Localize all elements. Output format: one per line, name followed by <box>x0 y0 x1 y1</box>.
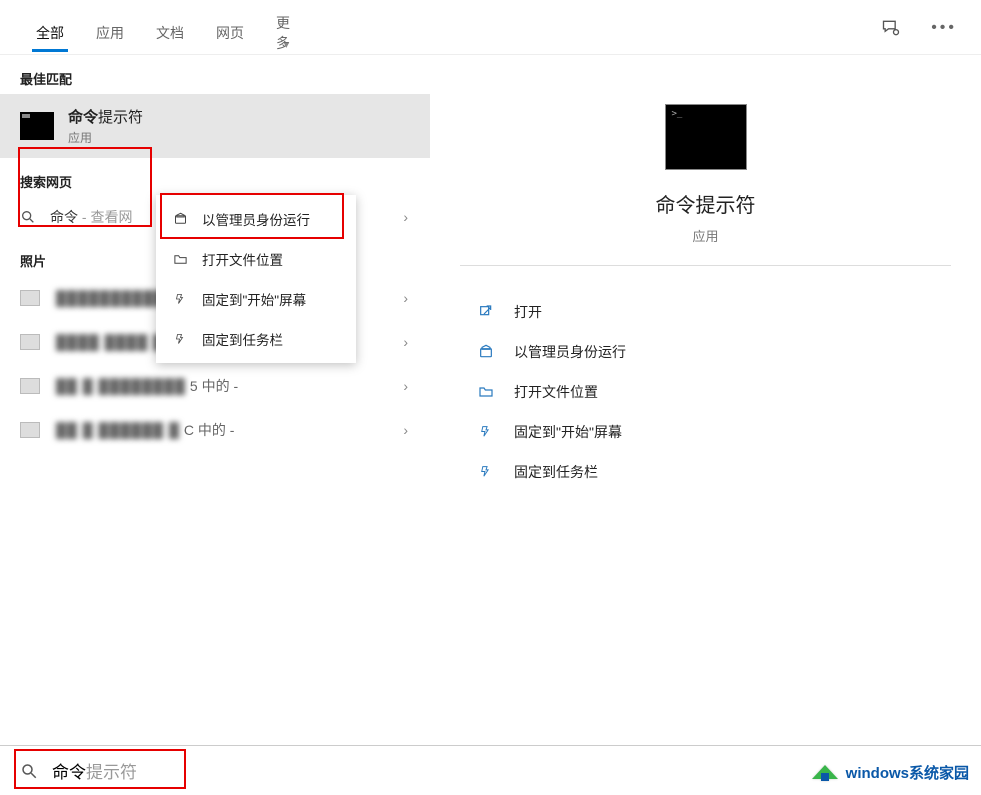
section-best-match-label: 最佳匹配 <box>0 55 430 94</box>
watermark: windows系统家园 <box>810 759 969 785</box>
pin-icon <box>478 424 496 440</box>
pin-icon <box>172 292 188 307</box>
chevron-down-icon: ▾ <box>284 40 289 51</box>
photo-result-3[interactable]: ██ █ ██████ █ C 中的 - › <box>0 408 430 452</box>
detail-app-title: 命令提示符 <box>460 189 951 218</box>
shield-icon <box>172 212 188 227</box>
photo-thumb-icon <box>20 290 40 306</box>
search-input[interactable]: 命令提示符 <box>52 758 137 783</box>
action-pin-to-start[interactable]: 固定到"开始"屏幕 <box>470 412 941 452</box>
more-options-icon[interactable]: ••• <box>931 19 957 37</box>
search-icon <box>20 762 38 780</box>
ctx-pin-to-start[interactable]: 固定到"开始"屏幕 <box>156 279 356 319</box>
tab-all[interactable]: 全部 <box>20 15 80 51</box>
pin-taskbar-icon <box>478 464 496 480</box>
section-search-web-label: 搜索网页 <box>0 158 430 197</box>
best-match-subtitle: 应用 <box>68 129 143 146</box>
search-tabs: 全部 应用 文档 网页 更多 ▾ ••• <box>0 0 981 55</box>
shield-icon <box>478 344 496 360</box>
cmd-icon <box>20 112 54 140</box>
ctx-run-as-admin[interactable]: 以管理员身份运行 <box>156 199 356 239</box>
detail-app-subtitle: 应用 <box>460 226 951 245</box>
folder-icon <box>172 252 188 267</box>
photo-thumb-icon <box>20 422 40 438</box>
search-icon <box>20 209 36 225</box>
action-run-as-admin[interactable]: 以管理员身份运行 <box>470 332 941 372</box>
photo-result-2[interactable]: ██ █ ████████ 5 中的 - › <box>0 364 430 408</box>
best-match-item[interactable]: 命令提示符 应用 <box>0 94 430 158</box>
folder-icon <box>478 384 496 400</box>
chevron-right-icon: › <box>403 378 408 394</box>
tab-more[interactable]: 更多 ▾ <box>260 5 319 61</box>
tab-web[interactable]: 网页 <box>200 15 260 51</box>
photo-thumb-icon <box>20 334 40 350</box>
detail-panel: 命令提示符 应用 打开 以管理员身份运行 打开文件位置 <box>430 55 981 745</box>
chevron-right-icon: › <box>403 290 408 306</box>
app-icon-large <box>666 105 746 169</box>
ctx-pin-to-taskbar[interactable]: 固定到任务栏 <box>156 319 356 359</box>
tab-docs[interactable]: 文档 <box>140 15 200 51</box>
photo-thumb-icon <box>20 378 40 394</box>
results-panel: 最佳匹配 命令提示符 应用 搜索网页 命令 - 查看网 › 照片 ███████… <box>0 55 430 745</box>
action-open[interactable]: 打开 <box>470 292 941 332</box>
action-open-file-location[interactable]: 打开文件位置 <box>470 372 941 412</box>
open-icon <box>478 304 496 320</box>
chevron-right-icon: › <box>403 334 408 350</box>
ctx-open-file-location[interactable]: 打开文件位置 <box>156 239 356 279</box>
best-match-title: 命令提示符 <box>68 106 143 127</box>
chevron-right-icon: › <box>403 422 408 438</box>
pin-taskbar-icon <box>172 332 188 347</box>
feedback-icon[interactable] <box>881 18 901 38</box>
context-menu: 以管理员身份运行 打开文件位置 固定到"开始"屏幕 固定到任务栏 <box>156 195 356 363</box>
chevron-right-icon: › <box>403 209 408 225</box>
tab-apps[interactable]: 应用 <box>80 15 140 51</box>
action-pin-to-taskbar[interactable]: 固定到任务栏 <box>470 452 941 492</box>
